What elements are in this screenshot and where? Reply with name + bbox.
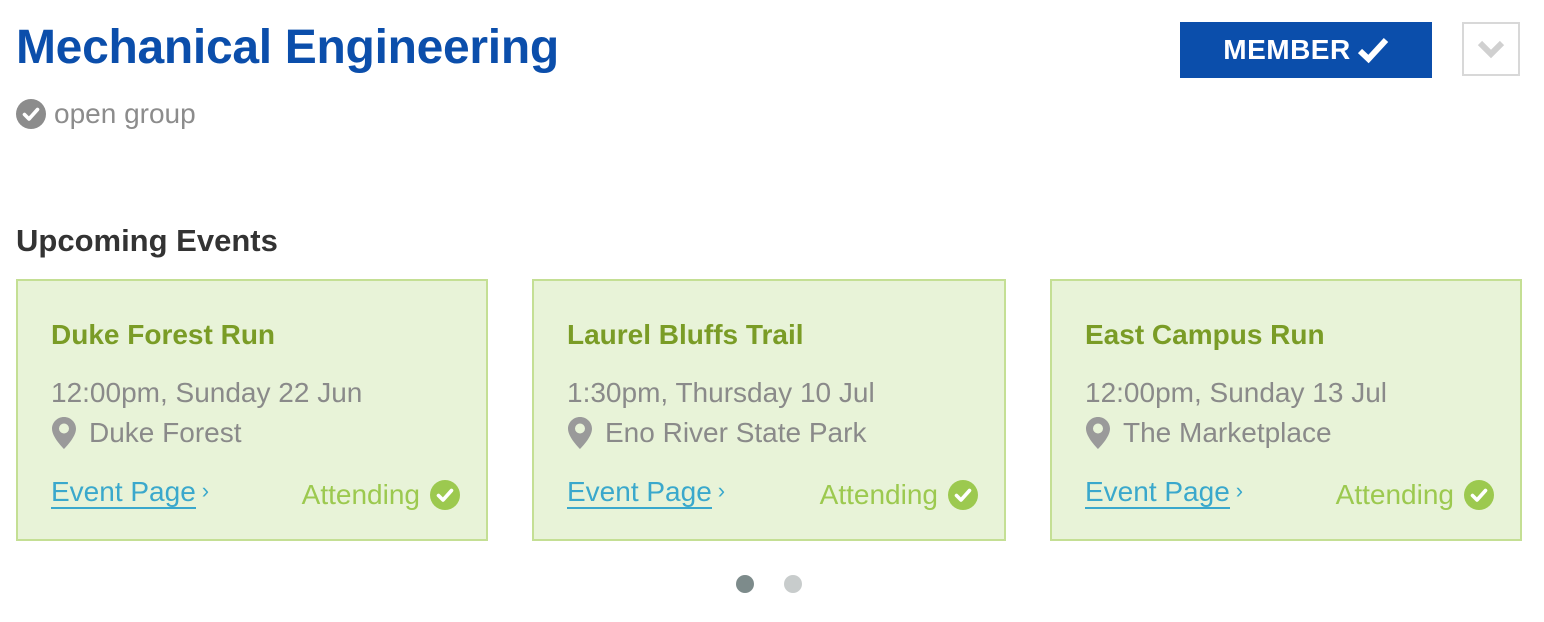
checkmark-icon	[1357, 37, 1388, 64]
event-card: Laurel Bluffs Trail 1:30pm, Thursday 10 …	[532, 279, 1006, 541]
attending-status: Attending	[302, 477, 460, 513]
event-location: Duke Forest	[51, 415, 242, 451]
event-name: Duke Forest Run	[51, 319, 276, 350]
group-type-label: open group	[54, 98, 196, 129]
event-page-link-label: Event Page	[1085, 476, 1230, 509]
group-type: open group	[16, 96, 196, 132]
event-location-label: The Marketplace	[1123, 417, 1332, 448]
event-card: East Campus Run 12:00pm, Sunday 13 Jul T…	[1050, 279, 1522, 541]
attending-status-label: Attending	[301, 479, 420, 510]
event-location: Eno River State Park	[567, 415, 866, 451]
event-page-link-label: Event Page	[51, 476, 196, 509]
upcoming-events-heading: Upcoming Events	[16, 223, 278, 258]
location-pin-icon	[1086, 417, 1110, 449]
member-button-label: MEMBER	[1223, 34, 1351, 65]
event-location-label: Duke Forest	[89, 417, 242, 448]
chevron-right-icon: ›	[1235, 478, 1244, 503]
event-datetime: 12:00pm, Sunday 13 Jul	[1085, 377, 1387, 408]
event-location: The Marketplace	[1085, 415, 1332, 451]
event-card: Duke Forest Run 12:00pm, Sunday 22 Jun D…	[16, 279, 488, 541]
membership-dropdown-button[interactable]	[1462, 22, 1520, 76]
attending-status: Attending	[1336, 477, 1494, 513]
chevron-down-icon	[1477, 40, 1505, 59]
check-circle-icon	[16, 99, 46, 129]
location-pin-icon	[52, 417, 76, 449]
attending-status: Attending	[820, 477, 978, 513]
chevron-right-icon: ›	[201, 478, 210, 503]
event-name: East Campus Run	[1085, 319, 1325, 350]
attending-status-label: Attending	[819, 479, 938, 510]
event-name: Laurel Bluffs Trail	[567, 319, 804, 350]
event-page-link[interactable]: Event Page ›	[51, 473, 209, 510]
attending-status-label: Attending	[1335, 479, 1454, 510]
pagination-dot-2[interactable]	[784, 575, 802, 593]
event-page-link-label: Event Page	[567, 476, 712, 509]
group-title: Mechanical Engineering	[16, 21, 559, 74]
pagination-dot-1[interactable]	[736, 575, 754, 593]
event-page-link[interactable]: Event Page ›	[567, 473, 725, 510]
location-pin-icon	[568, 417, 592, 449]
chevron-right-icon: ›	[717, 478, 726, 503]
event-page-link[interactable]: Event Page ›	[1085, 473, 1243, 510]
event-datetime: 1:30pm, Thursday 10 Jul	[567, 377, 875, 408]
check-circle-icon	[430, 480, 460, 510]
check-circle-icon	[948, 480, 978, 510]
event-location-label: Eno River State Park	[605, 417, 867, 448]
event-datetime: 12:00pm, Sunday 22 Jun	[51, 377, 363, 408]
member-button[interactable]: MEMBER	[1180, 22, 1432, 78]
check-circle-icon	[1464, 480, 1494, 510]
